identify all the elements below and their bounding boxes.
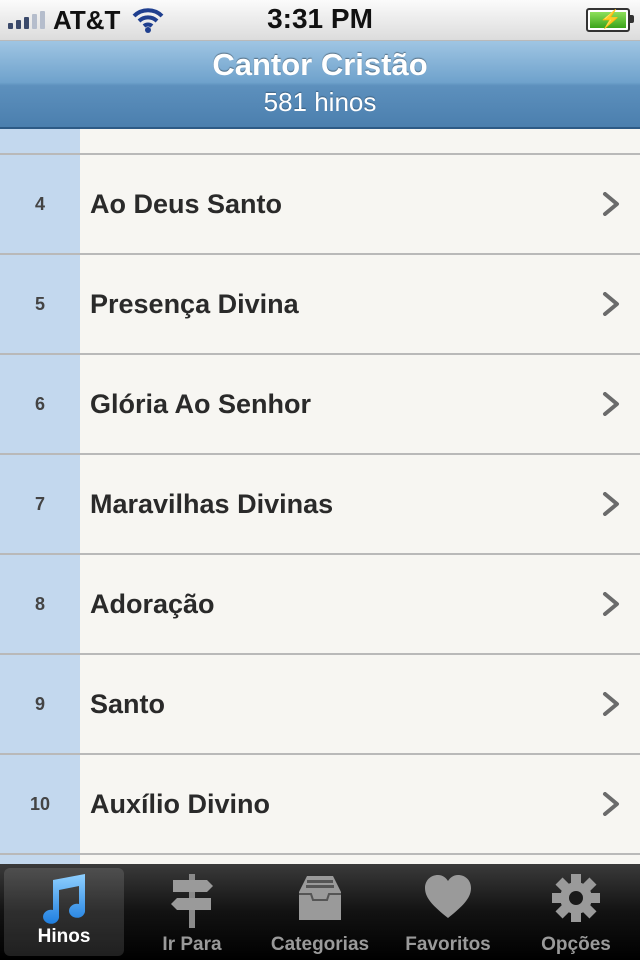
list-item[interactable]: 4 Ao Deus Santo (0, 155, 640, 255)
hymn-title: Ao Deus Santo (90, 189, 283, 219)
tab-label: Opções (541, 934, 611, 955)
list-item[interactable]: 9 Santo (0, 655, 640, 755)
list-item[interactable]: 5 Presença Divina (0, 255, 640, 355)
hymn-number: 7 (0, 455, 80, 553)
hymn-number: 4 (0, 155, 80, 253)
tab-opcoes[interactable]: Opções (512, 864, 640, 960)
hymn-number-column (0, 129, 80, 153)
page-title: Cantor Cristão (212, 47, 428, 82)
status-time: 3:31 PM (267, 3, 373, 34)
chevron-right-icon (603, 592, 619, 616)
gear-icon (552, 874, 600, 922)
hymn-number-column (0, 855, 80, 864)
battery-icon: ⚡ (586, 8, 634, 32)
hymn-count: 581 hinos (263, 87, 377, 117)
list-item[interactable]: 8 Adoração (0, 555, 640, 655)
hymn-title: Presença Divina (90, 289, 299, 319)
tab-label: Ir Para (162, 934, 222, 955)
tab-label: Hinos (37, 926, 91, 947)
hymn-number: 5 (0, 255, 80, 353)
signpost-icon (171, 874, 213, 928)
music-note-icon (43, 874, 86, 924)
tab-favoritos[interactable]: Favoritos (384, 864, 512, 960)
list-item-partial[interactable] (0, 129, 640, 155)
inbox-tray-icon (299, 876, 341, 920)
chevron-right-icon (603, 392, 619, 416)
list-item[interactable]: 6 Glória Ao Senhor (0, 355, 640, 455)
list-item[interactable]: 10 Auxílio Divino (0, 755, 640, 855)
tab-categorias[interactable]: Categorias (256, 864, 384, 960)
list-item[interactable]: 7 Maravilhas Divinas (0, 455, 640, 555)
tab-label: Categorias (270, 934, 370, 955)
chevron-right-icon (603, 292, 619, 316)
charging-bolt-icon: ⚡ (599, 9, 622, 29)
tab-label: Favoritos (405, 934, 491, 955)
hymn-list[interactable]: 4 Ao Deus Santo 5 Presença Divina 6 Glór… (0, 129, 640, 864)
hymn-title: Adoração (90, 589, 215, 619)
list-item-partial[interactable] (0, 855, 640, 864)
hymn-number: 8 (0, 555, 80, 653)
hymn-title: Glória Ao Senhor (90, 389, 312, 419)
hymn-number: 10 (0, 755, 80, 853)
tab-hinos[interactable]: Hinos (4, 868, 124, 956)
hymn-number: 6 (0, 355, 80, 453)
hymn-title: Auxílio Divino (90, 789, 271, 819)
tab-bar: Hinos Ir Para Categorias Favoritos Opçõe… (0, 864, 640, 960)
chevron-right-icon (603, 192, 619, 216)
chevron-right-icon (603, 492, 619, 516)
chevron-right-icon (603, 692, 619, 716)
chevron-right-icon (603, 792, 619, 816)
tab-ir-para[interactable]: Ir Para (128, 864, 256, 960)
hymn-number: 9 (0, 655, 80, 753)
hymn-title: Santo (90, 689, 166, 719)
hymn-title: Maravilhas Divinas (90, 489, 334, 519)
heart-icon (425, 875, 471, 918)
navigation-bar: Cantor Cristão 581 hinos (0, 41, 640, 129)
status-bar: AT&T 3:31 PM ⚡ (0, 0, 640, 41)
